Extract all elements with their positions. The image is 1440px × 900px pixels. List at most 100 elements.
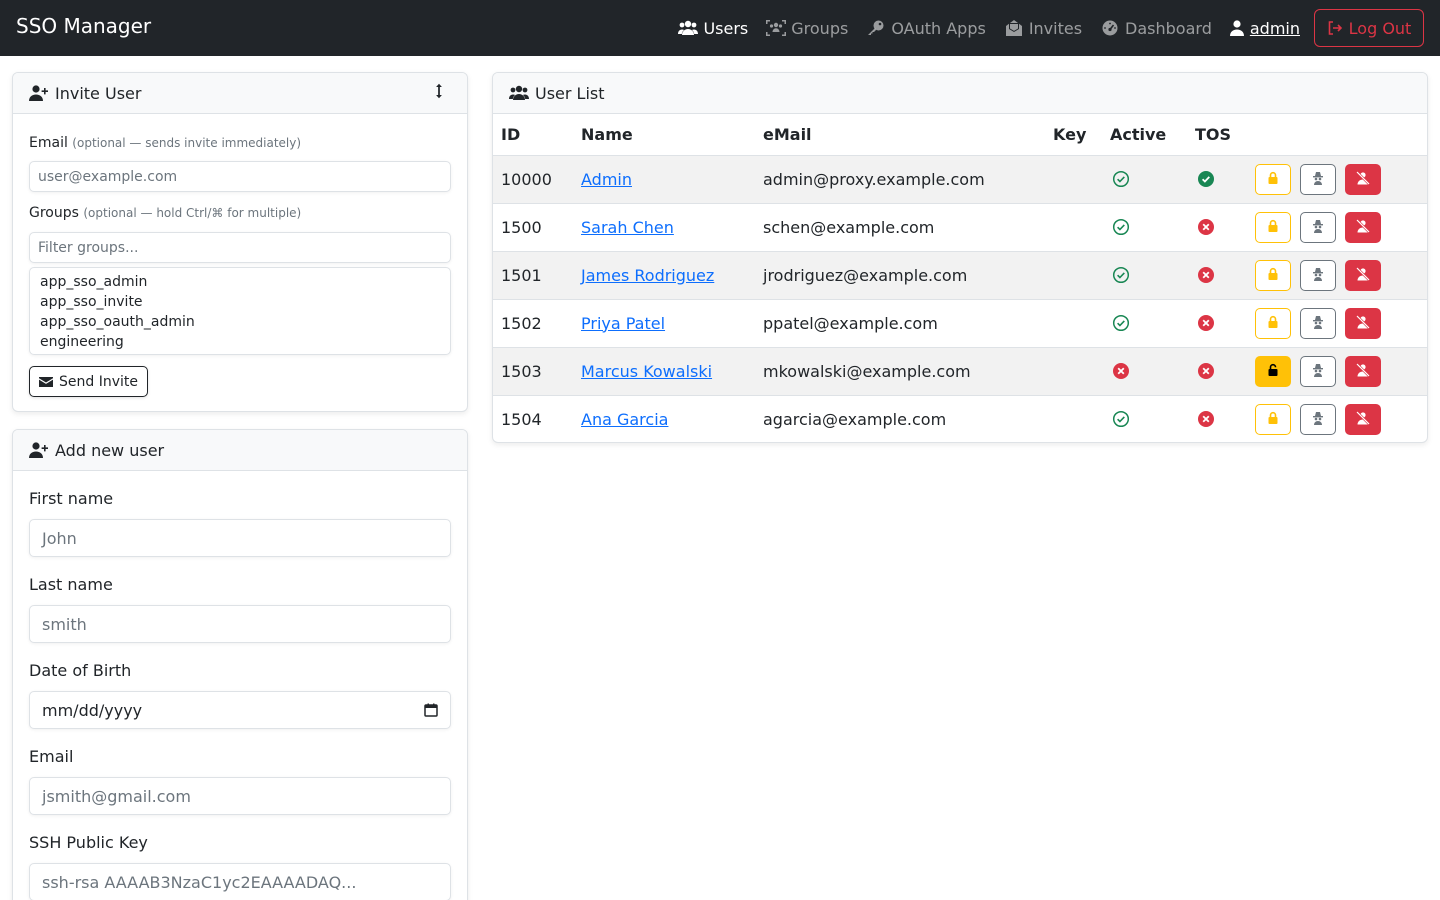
lock-user-button[interactable] [1255, 403, 1291, 435]
user-name-link[interactable]: James Rodriguez [581, 266, 714, 285]
x-circle-icon [1195, 362, 1239, 380]
add-user-card-title: Add new user [55, 440, 165, 460]
expand-vertical-icon[interactable] [429, 83, 449, 99]
key-icon [868, 20, 884, 35]
check-circle-filled-icon [1195, 170, 1239, 188]
impersonate-user-button[interactable] [1300, 259, 1336, 291]
cell-tos [1187, 347, 1247, 396]
first-name-input[interactable]: John [29, 519, 451, 557]
app-title[interactable]: SSO Manager [16, 14, 151, 38]
user-name-link[interactable]: Marcus Kowalski [581, 362, 712, 381]
row-actions [1255, 163, 1419, 195]
col-header-key[interactable]: Key [1045, 114, 1102, 156]
nav-item-dashboard[interactable]: Dashboard [1100, 19, 1212, 38]
cell-id: 1504 [493, 395, 573, 442]
dob-input[interactable]: mm/dd/yyyy [29, 691, 451, 729]
group-option[interactable]: engineering [40, 332, 440, 352]
send-invite-button[interactable]: Send Invite [29, 366, 148, 397]
user-name-link[interactable]: Sarah Chen [581, 218, 674, 237]
add-user-card-header: Add new user [13, 430, 467, 471]
invite-email-input[interactable]: user@example.com [29, 161, 451, 192]
col-header-name[interactable]: Name [573, 114, 755, 156]
impersonate-user-button[interactable] [1300, 163, 1336, 195]
lock-user-button[interactable] [1255, 259, 1291, 291]
unlock-user-button[interactable] [1255, 355, 1291, 387]
invite-email-label-text: Email [29, 135, 68, 151]
cell-email: mkowalski@example.com [755, 347, 1045, 396]
delete-user-button[interactable] [1345, 307, 1381, 339]
table-row: 1504 Ana Garcia agarcia@example.com [493, 395, 1427, 442]
invite-email-placeholder: user@example.com [38, 168, 178, 185]
impersonate-user-button[interactable] [1300, 403, 1336, 435]
col-header-id[interactable]: ID [493, 114, 573, 156]
col-header-email[interactable]: eMail [755, 114, 1045, 156]
group-option[interactable]: app_sso_admin [40, 272, 440, 292]
cell-active [1102, 347, 1187, 396]
delete-user-button[interactable] [1345, 211, 1381, 243]
delete-user-button[interactable] [1345, 259, 1381, 291]
delete-user-button[interactable] [1345, 403, 1381, 435]
user-list-card-header: User List [493, 73, 1427, 114]
cell-actions [1247, 203, 1427, 252]
email-input[interactable]: jsmith@gmail.com [29, 777, 451, 815]
user-slash-icon [1356, 218, 1370, 237]
invite-groups-hint: (optional — hold Ctrl/⌘ for multiple) [83, 206, 302, 220]
add-user-card: Add new user First name John Last name s… [12, 429, 468, 900]
lock-user-button[interactable] [1255, 163, 1291, 195]
nav-item-users[interactable]: Users [678, 19, 748, 38]
cell-name: James Rodriguez [573, 251, 755, 300]
cell-key [1045, 299, 1102, 348]
table-row: 10000 Admin admin@proxy.example.com [493, 155, 1427, 204]
table-row: 1503 Marcus Kowalski mkowalski@example.com [493, 347, 1427, 396]
user-name-link[interactable]: Priya Patel [581, 314, 665, 333]
check-circle-icon [1110, 410, 1179, 428]
delete-user-button[interactable] [1345, 163, 1381, 195]
cell-email: admin@proxy.example.com [755, 155, 1045, 204]
gauge-icon [1102, 20, 1118, 36]
col-header-actions [1247, 114, 1427, 156]
logout-button[interactable]: Log Out [1314, 9, 1424, 47]
check-circle-icon [1110, 218, 1179, 236]
user-slash-icon [1356, 266, 1370, 285]
lock-user-button[interactable] [1255, 211, 1291, 243]
impersonate-user-button[interactable] [1300, 355, 1336, 387]
nav-item-oauth-apps[interactable]: OAuth Apps [866, 19, 986, 38]
user-plus-icon [29, 85, 48, 101]
cell-active [1102, 203, 1187, 252]
cell-active [1102, 299, 1187, 348]
cell-active [1102, 395, 1187, 442]
nav-user-link[interactable]: admin [1229, 19, 1300, 38]
email-label: Email [29, 747, 74, 766]
cell-name: Marcus Kowalski [573, 347, 755, 396]
group-option[interactable]: app_sso_invite [40, 292, 440, 312]
user-name-link[interactable]: Ana Garcia [581, 410, 668, 429]
groups-multiselect[interactable]: app_sso_admin app_sso_invite app_sso_oau… [29, 267, 451, 355]
x-circle-icon [1195, 218, 1239, 236]
nav-item-groups[interactable]: Groups [766, 19, 848, 38]
invite-groups-label: Groups (optional — hold Ctrl/⌘ for multi… [29, 205, 301, 221]
cell-email: agarcia@example.com [755, 395, 1045, 442]
row-actions [1255, 307, 1419, 339]
cell-tos [1187, 155, 1247, 204]
invite-email-hint: (optional — sends invite immediately) [72, 136, 302, 150]
ssh-key-input[interactable]: ssh-rsa AAAAB3NzaC1yc2EAAAADAQ... [29, 863, 451, 900]
last-name-input[interactable]: smith [29, 605, 451, 643]
user-secret-icon [1311, 410, 1325, 429]
group-option[interactable]: app_sso_oauth_admin [40, 312, 440, 332]
col-header-active[interactable]: Active [1102, 114, 1187, 156]
cell-id: 1502 [493, 299, 573, 348]
cell-actions [1247, 155, 1427, 204]
impersonate-user-button[interactable] [1300, 307, 1336, 339]
col-header-tos[interactable]: TOS [1187, 114, 1247, 156]
group-filter-input[interactable]: Filter groups... [29, 232, 451, 263]
table-row: 1502 Priya Patel ppatel@example.com [493, 299, 1427, 348]
impersonate-user-button[interactable] [1300, 211, 1336, 243]
check-circle-icon [1110, 314, 1179, 332]
nav-item-invites[interactable]: Invites [1004, 19, 1082, 38]
user-name-link[interactable]: Admin [581, 170, 632, 189]
calendar-icon[interactable] [424, 703, 438, 717]
cell-name: Ana Garcia [573, 395, 755, 442]
lock-user-button[interactable] [1255, 307, 1291, 339]
delete-user-button[interactable] [1345, 355, 1381, 387]
cell-key [1045, 155, 1102, 204]
